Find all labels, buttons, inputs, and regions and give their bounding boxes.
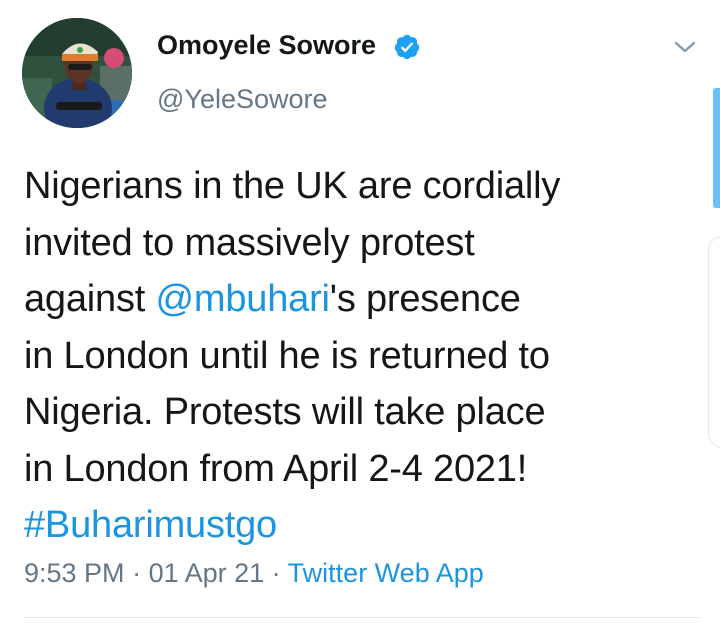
tweet-date[interactable]: 01 Apr 21	[149, 558, 265, 588]
author-avatar[interactable]	[22, 18, 132, 128]
tweet-text-line: invited to massively protest	[24, 221, 475, 264]
divider	[24, 617, 700, 618]
meta-separator: ·	[124, 558, 149, 588]
scrollbar-indicator[interactable]	[713, 88, 720, 208]
tweet-text-line: Nigerians in the UK are cordially	[24, 165, 561, 207]
verified-badge-icon	[394, 34, 420, 60]
tweet-text-line: Nigeria. Protests will take place	[24, 391, 546, 433]
avatar-photo-icon	[22, 18, 132, 128]
tweet-text-line: in London from April 2-4 2021!	[24, 447, 528, 490]
tweet-text-line: in London until he is returned to	[24, 334, 550, 377]
tweet-meta: 9:53 PM · 01 Apr 21 · Twitter Web App	[24, 558, 484, 589]
meta-separator: ·	[264, 558, 288, 588]
tweet-text-segment: 's presence	[329, 278, 521, 320]
tweet-text-line: against @mbuhari's presence	[24, 271, 704, 328]
hashtag-link[interactable]: #Buharimustgo	[24, 497, 704, 554]
tweet-body: Nigerians in the UK are cordially invite…	[24, 158, 704, 554]
side-panel-edge	[708, 236, 720, 448]
chevron-down-icon[interactable]	[672, 36, 698, 58]
tweet-source-link[interactable]: Twitter Web App	[288, 558, 484, 588]
tweet-time[interactable]: 9:53 PM	[24, 558, 125, 588]
author-display-name[interactable]: Omoyele Sowore	[157, 30, 376, 61]
tweet-text-segment: against	[24, 278, 156, 320]
mention-link[interactable]: @mbuhari	[156, 278, 330, 320]
tweet-card: Omoyele Sowore @YeleSowore Nigerians in …	[0, 0, 720, 624]
author-handle[interactable]: @YeleSowore	[157, 84, 328, 115]
